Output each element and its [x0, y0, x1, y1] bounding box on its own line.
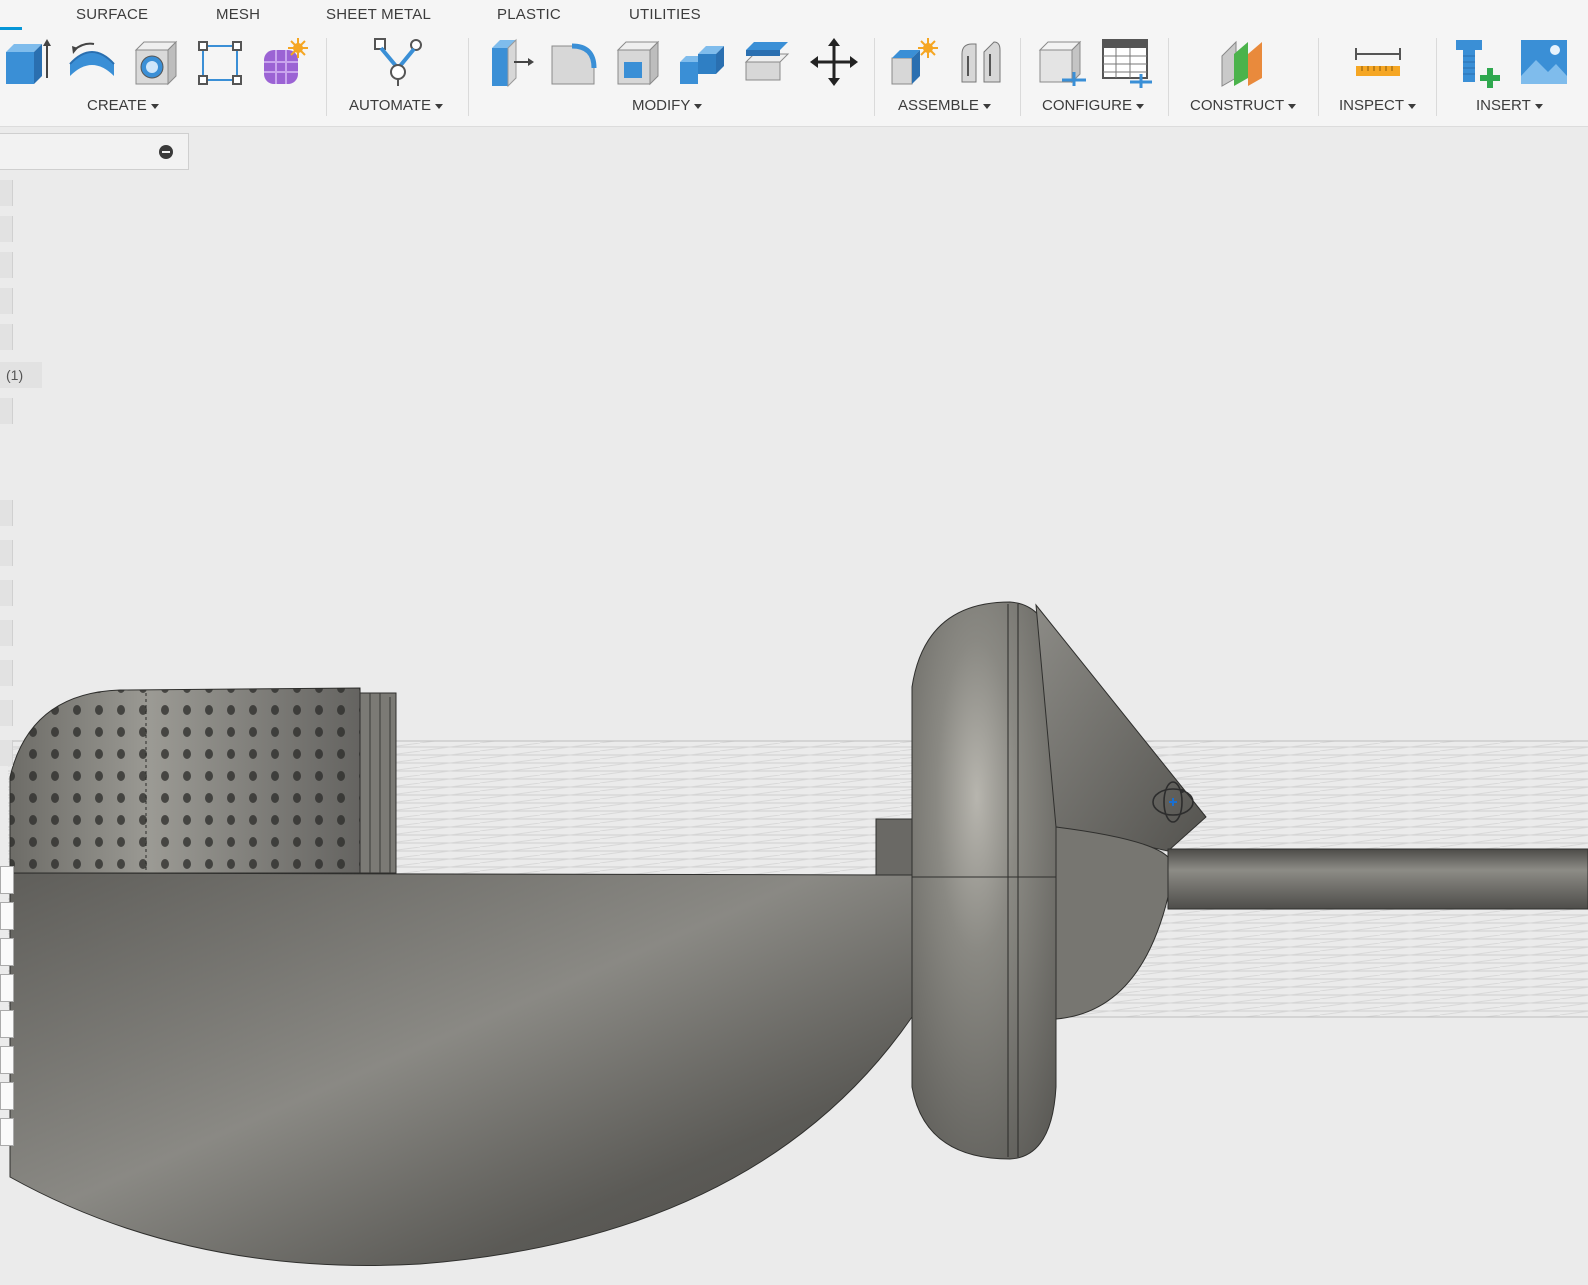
browser-row[interactable]: [0, 180, 13, 206]
separator: [468, 38, 469, 116]
timeline-item[interactable]: [0, 1082, 14, 1110]
browser-row[interactable]: [0, 740, 13, 766]
tab-plastic[interactable]: PLASTIC: [497, 6, 561, 23]
configure-menu[interactable]: CONFIGURE: [1042, 97, 1144, 114]
orbit-cursor-icon: [1150, 779, 1196, 825]
tab-mesh[interactable]: MESH: [216, 6, 260, 23]
revolve-icon[interactable]: [66, 36, 118, 88]
fillet-icon[interactable]: [548, 36, 600, 88]
collapse-panel-icon[interactable]: [159, 145, 173, 159]
active-tab-indicator: [0, 27, 22, 30]
combine-icon[interactable]: [676, 36, 728, 88]
insert-canvas-icon[interactable]: [1518, 36, 1570, 88]
modify-menu[interactable]: MODIFY: [632, 97, 702, 114]
main-bowl-body: [9, 872, 913, 1266]
configure-table-icon[interactable]: [1036, 36, 1088, 88]
separator: [1318, 38, 1319, 116]
browser-row[interactable]: [0, 398, 13, 424]
timeline-item[interactable]: [0, 1118, 14, 1146]
shaft-rod: [1167, 848, 1588, 910]
timeline-item[interactable]: [0, 1046, 14, 1074]
ribbon-toolbar: SURFACE MESH SHEET METAL PLASTIC UTILITI…: [0, 0, 1588, 127]
separator: [1168, 38, 1169, 116]
timeline-item[interactable]: [0, 902, 14, 930]
create-menu[interactable]: CREATE: [87, 97, 159, 114]
hole-icon[interactable]: [130, 36, 182, 88]
automate-menu[interactable]: AUTOMATE: [349, 97, 443, 114]
browser-row[interactable]: [0, 288, 13, 314]
browser-item-count[interactable]: (1): [0, 362, 42, 388]
inspect-menu[interactable]: INSPECT: [1339, 97, 1416, 114]
shell-icon[interactable]: [612, 36, 664, 88]
extrude-icon[interactable]: [0, 36, 52, 88]
browser-row[interactable]: [0, 252, 13, 278]
separator: [1436, 38, 1437, 116]
automate-icon[interactable]: [372, 36, 424, 88]
browser-row[interactable]: [0, 324, 13, 350]
separator: [874, 38, 875, 116]
thread-ring: [359, 692, 397, 874]
press-pull-icon[interactable]: [484, 36, 536, 88]
separator: [1020, 38, 1021, 116]
tab-utilities[interactable]: UTILITIES: [629, 6, 701, 23]
form-icon[interactable]: [258, 36, 310, 88]
assemble-menu[interactable]: ASSEMBLE: [898, 97, 991, 114]
browser-row[interactable]: [0, 700, 13, 726]
insert-menu[interactable]: INSERT: [1476, 97, 1543, 114]
timeline-item[interactable]: [0, 974, 14, 1002]
browser-panel-header: [0, 133, 189, 170]
joint-icon[interactable]: [954, 36, 1006, 88]
timeline-item[interactable]: [0, 938, 14, 966]
3d-viewport[interactable]: [0, 127, 1588, 1285]
connector-block: [875, 818, 913, 876]
browser-row[interactable]: [0, 540, 13, 566]
browser-row[interactable]: [0, 620, 13, 646]
timeline-item[interactable]: [0, 866, 14, 894]
browser-row[interactable]: [0, 216, 13, 242]
construct-menu[interactable]: CONSTRUCT: [1190, 97, 1296, 114]
new-component-icon[interactable]: [888, 36, 940, 88]
model-canvas: [8, 601, 1588, 1266]
browser-row[interactable]: [0, 580, 13, 606]
sketch-rectangle-icon[interactable]: [194, 36, 246, 88]
browser-row[interactable]: [0, 660, 13, 686]
timeline-item[interactable]: [0, 1010, 14, 1038]
perforation-pattern: [10, 688, 362, 873]
separator: [326, 38, 327, 116]
move-icon[interactable]: [808, 36, 860, 88]
offset-plane-icon[interactable]: [1218, 36, 1270, 88]
parameters-table-icon[interactable]: [1100, 36, 1152, 88]
tab-surface[interactable]: SURFACE: [76, 6, 148, 23]
offset-face-icon[interactable]: [740, 36, 792, 88]
browser-row[interactable]: [0, 500, 13, 526]
measure-icon[interactable]: [1352, 36, 1404, 88]
torus-ring: [911, 601, 1057, 1160]
tab-sheet-metal[interactable]: SHEET METAL: [326, 6, 431, 23]
insert-mcmaster-icon[interactable]: [1452, 36, 1504, 88]
